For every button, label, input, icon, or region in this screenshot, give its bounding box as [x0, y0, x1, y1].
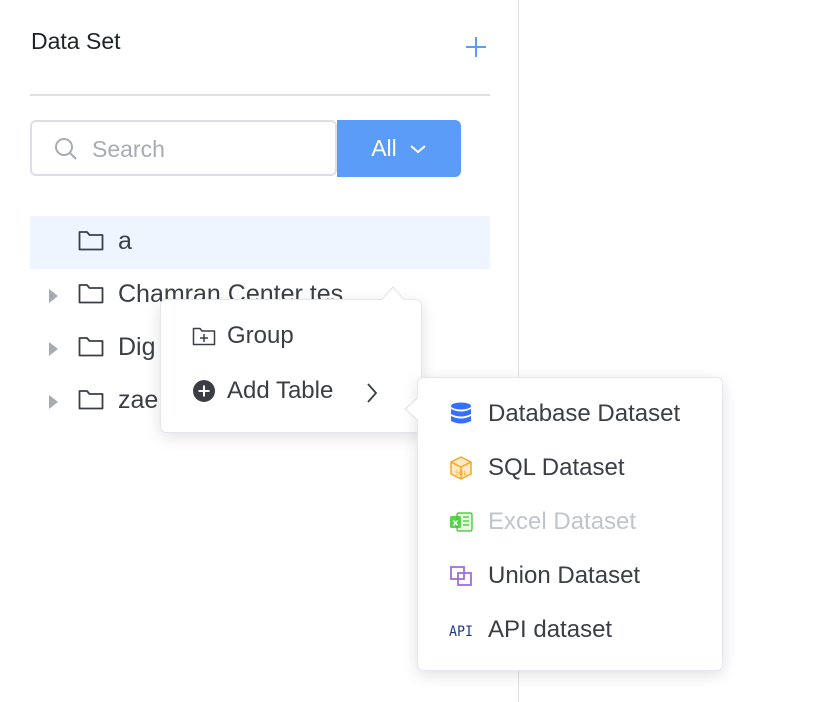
expand-caret-icon[interactable]	[49, 289, 58, 303]
add-dataset-button[interactable]	[462, 33, 490, 61]
add-table-submenu: Database Dataset SQL SQL Dataset x Excel…	[417, 377, 723, 671]
tree-item-label: zae	[118, 386, 159, 414]
folder-icon	[78, 337, 104, 357]
folder-icon	[78, 390, 104, 410]
submenu-item-label: Database Dataset	[488, 400, 681, 427]
search-box	[30, 120, 337, 176]
filter-label: All	[371, 135, 397, 161]
folder-icon	[78, 284, 104, 304]
submenu-item-label: API dataset	[488, 616, 613, 643]
expand-caret-icon[interactable]	[49, 342, 58, 356]
submenu-item-api-dataset[interactable]: API API dataset	[448, 616, 612, 644]
expand-caret-icon[interactable]	[49, 395, 58, 409]
menu-item-add-table-label: Add Table	[227, 377, 334, 404]
submenu-item-excel-dataset: x Excel Dataset	[448, 508, 636, 536]
context-menu-arrow-inner	[382, 288, 404, 300]
plus-circle-icon	[191, 378, 217, 404]
submenu-item-label: Union Dataset	[488, 562, 641, 589]
tree-item-label: Dig	[118, 333, 156, 361]
folder-add-icon	[191, 323, 217, 349]
search-input[interactable]	[92, 132, 322, 166]
tree-item[interactable]: a	[30, 216, 490, 269]
svg-text:x: x	[453, 519, 459, 529]
api-icon: API	[448, 617, 474, 643]
menu-item-group[interactable]: Group	[191, 322, 294, 350]
submenu-item-union-dataset[interactable]: Union Dataset	[448, 562, 640, 590]
sql-icon: SQL	[448, 455, 474, 481]
filter-dropdown-button[interactable]: All	[337, 120, 461, 177]
search-icon	[55, 138, 77, 160]
menu-item-group-label: Group	[227, 322, 294, 349]
tree-item-label: a	[118, 227, 132, 255]
svg-text:SQL: SQL	[455, 470, 468, 477]
panel-title: Data Set	[31, 28, 121, 54]
database-icon	[448, 401, 474, 427]
submenu-item-label: Excel Dataset	[488, 508, 637, 535]
svg-text:API: API	[449, 624, 473, 640]
union-icon	[448, 563, 474, 589]
header-divider	[30, 94, 490, 96]
menu-item-add-table[interactable]: Add Table	[191, 377, 391, 405]
excel-icon: x	[448, 509, 474, 535]
folder-icon	[78, 231, 104, 251]
submenu-item-database-dataset[interactable]: Database Dataset	[448, 400, 680, 428]
plus-icon	[466, 37, 486, 57]
submenu-item-sql-dataset[interactable]: SQL SQL Dataset	[448, 454, 625, 482]
submenu-arrow-inner	[406, 398, 418, 420]
chevron-right-icon	[367, 383, 378, 403]
context-menu: Group Add Table	[160, 299, 422, 433]
chevron-down-icon	[410, 144, 426, 153]
submenu-item-label: SQL Dataset	[488, 454, 625, 481]
